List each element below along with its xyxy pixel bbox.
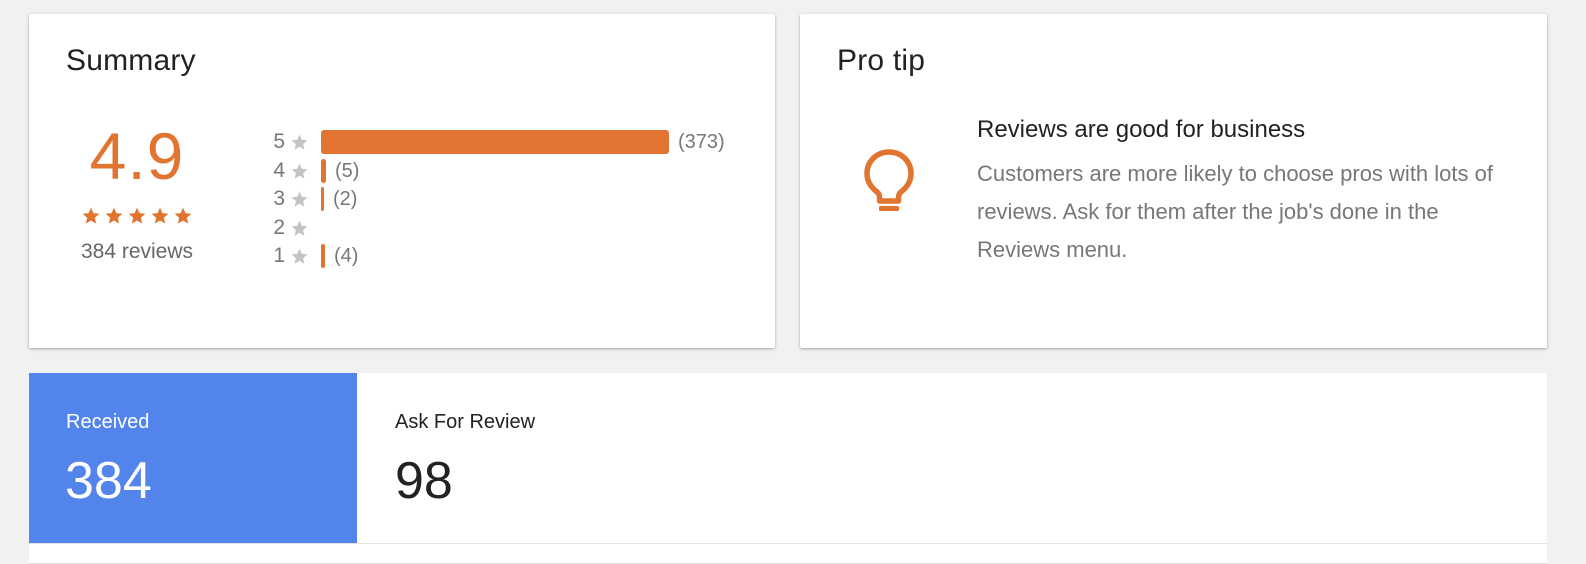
breakdown-star-label: 5 [273, 130, 285, 153]
received-count: 384 [65, 452, 152, 510]
star-icon [174, 207, 192, 224]
breakdown-row-4: 4 (5) [271, 157, 751, 185]
summary-card: Summary 4.9 384 reviews 5 (373) 4 (5) 3 (2) 2 1… [29, 14, 775, 348]
breakdown-bar [321, 130, 669, 154]
received-tab[interactable]: Received 384 [29, 373, 357, 543]
star-icon [291, 191, 308, 207]
ask-for-review-tab[interactable]: Ask For Review 98 [357, 373, 687, 543]
breakdown-row-2: 2 [271, 214, 751, 242]
breakdown-row-1: 1 (4) [271, 242, 751, 270]
lightbulb-icon [864, 149, 914, 211]
review-count: 384 reviews [80, 240, 194, 263]
star-icon [128, 207, 146, 224]
pro-tip-heading: Reviews are good for business [977, 116, 1306, 143]
breakdown-row-3: 3 (2) [271, 185, 751, 213]
star-icon [82, 207, 100, 224]
rating-stars [59, 206, 215, 226]
review-stats-panel: Received 384 Ask For Review 98 [29, 373, 1547, 564]
received-label: Received [66, 411, 150, 433]
breakdown-bar [321, 244, 325, 268]
breakdown-count: (4) [334, 245, 359, 267]
breakdown-row-5: 5 (373) [271, 128, 751, 156]
breakdown-bar [321, 158, 326, 183]
breakdown-count: (2) [333, 188, 358, 210]
rating-block: 4.9 384 reviews [59, 118, 215, 264]
stats-divider [29, 543, 1547, 544]
ask-for-review-label: Ask For Review [395, 411, 536, 433]
pro-tip-title: Pro tip [837, 44, 926, 77]
ask-for-review-count: 98 [395, 452, 453, 510]
pro-tip-card: Pro tip Reviews are good for business Cu… [800, 14, 1547, 348]
star-icon [291, 220, 308, 236]
breakdown-count: (5) [335, 159, 360, 182]
star-icon [291, 248, 308, 264]
star-icon [291, 163, 308, 179]
breakdown-star-label: 3 [273, 187, 285, 210]
breakdown-count: (373) [678, 131, 725, 153]
star-icon [151, 207, 169, 224]
breakdown-star-label: 1 [273, 244, 285, 267]
summary-title: Summary [66, 44, 196, 77]
pro-tip-body: Customers are more likely to choose pros… [977, 161, 1493, 262]
breakdown-bar [321, 187, 324, 211]
breakdown-star-label: 2 [273, 215, 285, 239]
average-rating: 4.9 [89, 119, 185, 193]
star-icon [105, 207, 123, 224]
breakdown-star-label: 4 [273, 158, 285, 182]
star-icon [291, 134, 308, 150]
